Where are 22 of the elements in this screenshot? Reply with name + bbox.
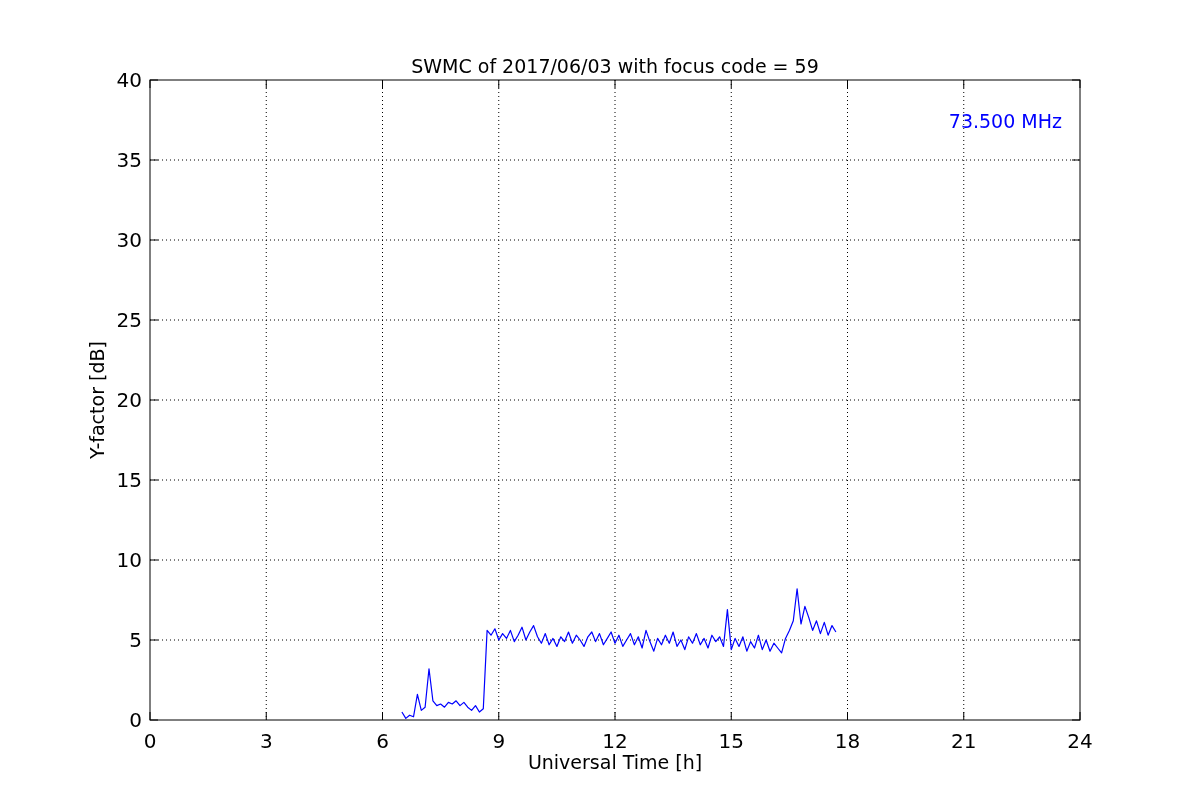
tick-label: 24 (1067, 729, 1093, 753)
tick-label: 40 (116, 68, 142, 92)
tick-label: 25 (116, 308, 142, 332)
tick-label: 3 (259, 729, 273, 753)
tick-label: 6 (376, 729, 389, 753)
tick-label: 12 (602, 729, 628, 753)
tick-label: 0 (143, 729, 157, 753)
chart-title: SWMC of 2017/06/03 with focus code = 59 (411, 55, 819, 77)
tick-label: 0 (129, 708, 142, 732)
tick-label: 5 (129, 628, 142, 652)
tick-label: 35 (116, 148, 142, 172)
tick-label: 10 (116, 548, 142, 572)
x-axis-label: Universal Time [h] (527, 751, 703, 773)
tick-label: 18 (834, 729, 861, 753)
series-label: 73.500 MHz (948, 110, 1062, 132)
tick-label: 15 (718, 729, 744, 753)
tick-label: 20 (116, 388, 142, 412)
tick-label: 21 (951, 729, 977, 753)
tick-label: 30 (116, 228, 142, 252)
tick-label: 9 (492, 729, 506, 753)
tick-label: 15 (116, 468, 142, 492)
y-axis-label: Y-factor [dB] (86, 341, 108, 459)
